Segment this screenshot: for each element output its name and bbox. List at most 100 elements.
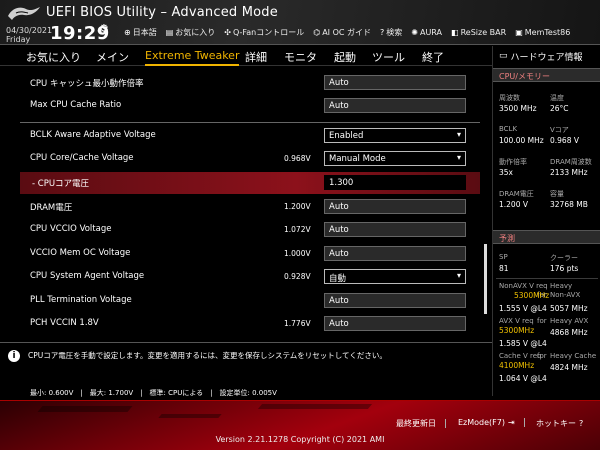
setting-select[interactable]: Manual Mode ▾	[324, 151, 466, 166]
setting-row[interactable]: DRAM電圧 1.200V Auto	[20, 196, 480, 218]
tab-boot[interactable]: 起動	[334, 49, 356, 65]
window-title: UEFI BIOS Utility – Advanced Mode	[46, 5, 278, 20]
setting-value-field[interactable]: Auto	[324, 199, 466, 214]
hotkey-button[interactable]: ホットキー?	[536, 418, 583, 429]
language-button[interactable]: ⊕ 日本語	[124, 27, 157, 38]
setting-label: CPU VCCIO Voltage	[30, 224, 112, 234]
setting-row[interactable]: CPU System Agent Voltage 0.928V 自動 ▾	[20, 266, 480, 288]
ai-oc-label: AI OC ガイド	[322, 28, 372, 37]
select-value: 自動	[329, 274, 347, 284]
aura-icon: ✺	[411, 28, 418, 37]
scrollbar-thumb[interactable]	[484, 244, 487, 314]
resize-bar-icon: ◧	[451, 28, 459, 37]
hw-key: 温度	[550, 94, 564, 102]
tab-main[interactable]: メイン	[96, 49, 129, 65]
version-text: Version 2.21.1278 Copyright (C) 2021 AMI	[215, 435, 385, 444]
hardware-monitor: ▭ ハードウェア情報 CPU/メモリー 周波数 温度 3500 MHz 26°C…	[492, 46, 600, 396]
hw-section-cpu: CPU/メモリー	[493, 68, 600, 82]
hw-key: DRAM周波数	[550, 158, 592, 166]
hw-value: 26°C	[550, 104, 569, 113]
setting-row-selected[interactable]: - CPUコア電圧 1.300	[20, 172, 480, 194]
section-divider	[20, 122, 480, 123]
memtest-label: MemTest86	[524, 28, 571, 37]
setting-row[interactable]: Max CPU Cache Ratio Auto	[20, 95, 480, 117]
setting-row[interactable]: CPU キャッシュ最小動作倍率 Auto	[20, 72, 480, 94]
setting-label: Max CPU Cache Ratio	[30, 100, 122, 110]
setting-value-field[interactable]: Auto	[324, 222, 466, 237]
hw-title-text: ハードウェア情報	[510, 52, 583, 63]
hw-value: 4868 MHz	[550, 328, 588, 337]
setting-label: VCCIO Mem OC Voltage	[30, 248, 131, 258]
select-value: Manual Mode	[329, 154, 386, 164]
tab-favorites[interactable]: お気に入り	[26, 49, 81, 65]
setting-value-input[interactable]: 1.300	[324, 175, 466, 190]
setting-row[interactable]: PCH VCCIN 1.8V 1.776V Auto	[20, 313, 480, 335]
hw-monitor-title: ▭ ハードウェア情報	[493, 48, 600, 64]
hw-value: 2133 MHz	[550, 168, 588, 177]
ezmode-label: EzMode(F7)	[458, 418, 505, 427]
hw-key: AVX V req	[499, 317, 534, 325]
hw-freq-highlight: 5300MHz	[514, 291, 550, 300]
aura-button[interactable]: ✺ AURA	[411, 27, 442, 38]
help-panel: i CPUコア電圧を手動で設定します。変更を適用するには、変更を保存しシステムを…	[0, 342, 492, 400]
resize-bar-label: ReSize BAR	[460, 28, 507, 37]
setting-value-field[interactable]: Auto	[324, 246, 466, 261]
tab-tool[interactable]: ツール	[372, 49, 405, 65]
header-bar: UEFI BIOS Utility – Advanced Mode 04/30/…	[0, 0, 600, 45]
ai-oc-button[interactable]: ⌬ AI OC ガイド	[313, 27, 371, 38]
select-value: Enabled	[329, 131, 364, 141]
setting-value-field[interactable]: Auto	[324, 316, 466, 331]
hw-key: クーラー	[550, 254, 578, 262]
tab-advanced[interactable]: 詳細	[245, 49, 267, 65]
setting-row[interactable]: BCLK Aware Adaptive Voltage Enabled ▾	[20, 125, 480, 147]
footer-separator	[523, 418, 525, 427]
dropdown-arrow-icon: ▾	[456, 271, 461, 280]
hw-key: SP	[499, 253, 508, 261]
qfan-label: Q-Fanコントロール	[232, 28, 305, 37]
resize-bar-button[interactable]: ◧ ReSize BAR	[451, 27, 506, 38]
setting-value-field[interactable]: Auto	[324, 75, 466, 90]
hw-key: NonAVX V req	[499, 282, 548, 290]
setting-select[interactable]: Enabled ▾	[324, 128, 466, 143]
hw-key: DRAM電圧	[499, 190, 534, 198]
hw-value: 81	[499, 264, 509, 273]
help-range: 最小: 0.600V | 最大: 1.700V | 標準: CPUによる | 設…	[30, 389, 277, 397]
date-text: 04/30/2021	[6, 26, 53, 35]
hw-key: 周波数	[499, 94, 520, 102]
setting-row[interactable]: VCCIO Mem OC Voltage 1.000V Auto	[20, 243, 480, 265]
hw-key: Cache V req	[499, 352, 542, 360]
hw-value: 35x	[499, 168, 513, 177]
fan-icon: ✣	[224, 28, 231, 37]
current-voltage: 1.072V	[284, 225, 311, 234]
setting-label: - CPUコア電圧	[32, 179, 90, 189]
qfan-button[interactable]: ✣ Q-Fanコントロール	[224, 27, 304, 38]
ezmode-button[interactable]: EzMode(F7) ⇥	[458, 418, 525, 427]
hw-value: 1.555 V @L4	[499, 304, 547, 313]
favorites-button[interactable]: ▤ お気に入り	[166, 27, 216, 38]
last-modified-button[interactable]: 最終更新日	[396, 418, 446, 429]
setting-value-field[interactable]: Auto	[324, 293, 466, 308]
setting-row[interactable]: CPU Core/Cache Voltage 0.968V Manual Mod…	[20, 148, 480, 170]
current-voltage: 1.000V	[284, 249, 311, 258]
hw-key: Heavy AVX	[550, 317, 589, 325]
footer-decoration	[257, 404, 373, 409]
monitor-icon: ▭	[499, 51, 508, 61]
memtest-button[interactable]: ▣ MemTest86	[515, 27, 570, 38]
setting-row[interactable]: CPU VCCIO Voltage 1.072V Auto	[20, 219, 480, 241]
tab-monitor[interactable]: モニタ	[284, 49, 317, 65]
hw-key: Non-AVX	[550, 291, 581, 299]
setting-select[interactable]: 自動 ▾	[324, 269, 466, 284]
hw-value: 32768 MB	[550, 200, 588, 209]
footer-decoration	[158, 414, 222, 418]
setting-value-field[interactable]: Auto	[324, 98, 466, 113]
hw-key: for	[537, 317, 547, 325]
setting-row[interactable]: PLL Termination Voltage Auto	[20, 290, 480, 312]
search-button[interactable]: ? 検索	[380, 27, 402, 38]
hw-value: 4824 MHz	[550, 363, 588, 372]
tab-extreme-tweaker[interactable]: Extreme Tweaker	[145, 49, 240, 66]
hw-value: 100.00 MHz	[499, 136, 544, 145]
clock-settings-icon[interactable]: ⚙	[99, 22, 109, 35]
setting-label: CPU System Agent Voltage	[30, 271, 145, 281]
favorites-label: お気に入り	[175, 28, 216, 37]
tab-exit[interactable]: 終了	[422, 49, 444, 65]
